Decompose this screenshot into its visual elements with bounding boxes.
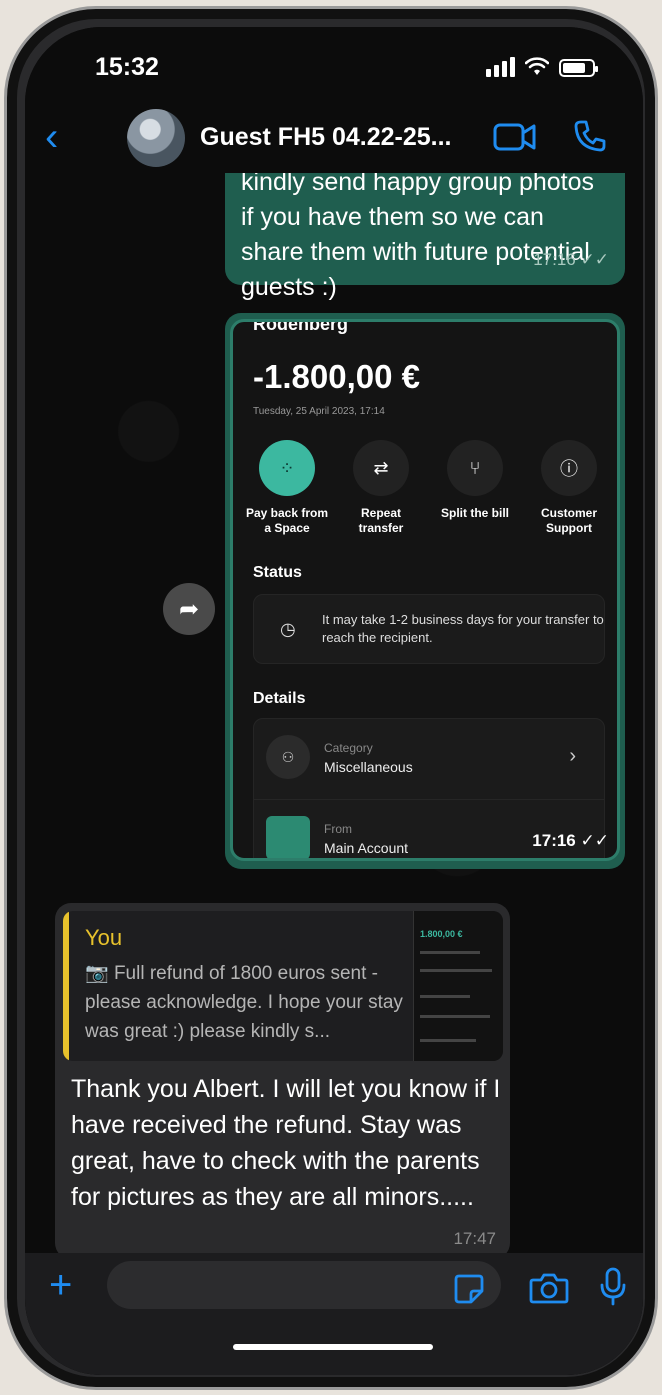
message-time: 17:16 bbox=[532, 831, 576, 850]
read-receipt-icon: ✓✓ bbox=[580, 831, 610, 850]
quoted-message[interactable]: You 📷 Full refund of 1800 euros sent - p… bbox=[63, 911, 503, 1061]
message-time: 17:47 bbox=[453, 1229, 496, 1248]
chat-header: ‹ Guest FH5 04.22-25... bbox=[25, 107, 643, 173]
details-row-from: From Main Account bbox=[254, 799, 604, 858]
category-icon: ⚇ bbox=[266, 735, 310, 779]
action-label: Split the bill bbox=[441, 506, 509, 520]
message-input[interactable] bbox=[107, 1261, 501, 1309]
repeat-icon: ⇄ bbox=[353, 440, 409, 496]
home-indicator[interactable] bbox=[233, 1344, 433, 1350]
message-meta: 17:16 ✓✓ bbox=[533, 242, 609, 277]
thumbnail-amount: 1.800,00 € bbox=[420, 929, 463, 939]
status-text: It may take 1-2 business days for your t… bbox=[322, 612, 604, 645]
voice-call-icon[interactable] bbox=[573, 119, 607, 153]
group-avatar[interactable] bbox=[127, 109, 185, 167]
status-icons bbox=[486, 57, 598, 77]
screen: 15:32 ‹ Guest FH5 04.22-25... kindly sen… bbox=[25, 27, 643, 1375]
chat-title[interactable]: Guest FH5 04.22-25... bbox=[200, 123, 452, 152]
quote-bar bbox=[63, 911, 69, 1061]
quote-author: You bbox=[85, 925, 123, 950]
status-card: ◷ It may take 1-2 business days for your… bbox=[253, 594, 605, 664]
action-split-bill: ⑂ Split the bill bbox=[431, 440, 519, 536]
video-call-icon[interactable] bbox=[493, 121, 537, 153]
microphone-icon[interactable] bbox=[599, 1267, 627, 1307]
screenshot-merchant: Rodenberg bbox=[253, 319, 349, 334]
phone-frame: 15:32 ‹ Guest FH5 04.22-25... kindly sen… bbox=[4, 6, 658, 1390]
chevron-right-icon: › bbox=[569, 745, 576, 767]
wifi-icon bbox=[525, 57, 549, 75]
outgoing-message[interactable]: kindly send happy group photos if you ha… bbox=[225, 173, 625, 301]
thumbnail-line bbox=[420, 969, 492, 972]
account-card-icon bbox=[266, 816, 310, 858]
spaces-icon: ⁘ bbox=[259, 440, 315, 496]
action-repeat-transfer: ⇄ Repeat transfer bbox=[337, 440, 425, 536]
support-icon: ⓘ bbox=[541, 440, 597, 496]
thumbnail-line bbox=[420, 1015, 490, 1018]
details-title: Details bbox=[253, 690, 306, 707]
bank-transfer-screenshot[interactable]: Rodenberg -1.800,00 € Tuesday, 25 April … bbox=[230, 319, 620, 861]
messages-list[interactable]: kindly send happy group photos if you ha… bbox=[25, 173, 643, 1253]
quote-thumbnail: 1.800,00 € bbox=[413, 911, 503, 1061]
clock-icon: ◷ bbox=[280, 619, 296, 639]
plus-icon[interactable]: + bbox=[49, 1265, 72, 1305]
status-time: 15:32 bbox=[95, 53, 159, 81]
message-meta: 17:16 ✓✓ bbox=[532, 831, 609, 851]
forward-icon[interactable]: ➦ bbox=[163, 583, 215, 635]
screenshot-actions: ⁘ Pay back from a Space ⇄ Repeat transfe… bbox=[243, 440, 613, 536]
input-bar: + bbox=[25, 1253, 643, 1375]
message-time: 17:16 bbox=[533, 250, 576, 269]
action-customer-support: ⓘ Customer Support bbox=[525, 440, 613, 536]
incoming-message[interactable]: You 📷 Full refund of 1800 euros sent - p… bbox=[55, 903, 510, 1253]
details-value: Main Account bbox=[324, 840, 409, 856]
camera-small-icon: 📷 bbox=[85, 963, 114, 984]
details-value: Miscellaneous bbox=[324, 759, 413, 775]
thumbnail-line bbox=[420, 995, 470, 998]
sticker-icon[interactable] bbox=[453, 1273, 485, 1305]
split-icon: ⑂ bbox=[447, 440, 503, 496]
read-receipt-icon: ✓✓ bbox=[580, 250, 610, 269]
back-chevron-icon[interactable]: ‹ bbox=[45, 117, 58, 157]
cellular-signal-icon bbox=[486, 57, 515, 77]
screenshot-amount: -1.800,00 € bbox=[253, 358, 420, 395]
details-key: From bbox=[324, 822, 352, 836]
camera-icon[interactable] bbox=[529, 1271, 569, 1305]
battery-icon bbox=[559, 59, 598, 77]
action-label: Repeat transfer bbox=[358, 506, 404, 535]
details-key: Category bbox=[324, 741, 373, 755]
thumbnail-line bbox=[420, 1039, 476, 1042]
outgoing-image-message[interactable]: Rodenberg -1.800,00 € Tuesday, 25 April … bbox=[225, 313, 625, 869]
thumbnail-line bbox=[420, 951, 480, 954]
quote-text: 📷 Full refund of 1800 euros sent - pleas… bbox=[85, 959, 410, 1046]
details-row-category: ⚇ Category Miscellaneous › bbox=[254, 719, 604, 795]
quote-body: Full refund of 1800 euros sent - please … bbox=[85, 963, 403, 1042]
action-pay-back: ⁘ Pay back from a Space bbox=[243, 440, 331, 536]
status-bar: 15:32 bbox=[25, 27, 643, 107]
screenshot-date: Tuesday, 25 April 2023, 17:14 bbox=[253, 406, 385, 417]
action-label: Pay back from a Space bbox=[245, 506, 329, 535]
message-text: kindly send happy group photos if you ha… bbox=[241, 173, 595, 301]
action-label: Customer Support bbox=[540, 506, 597, 535]
status-title: Status bbox=[253, 564, 302, 581]
message-text: Thank you Albert. I will let you know if… bbox=[71, 1075, 501, 1211]
